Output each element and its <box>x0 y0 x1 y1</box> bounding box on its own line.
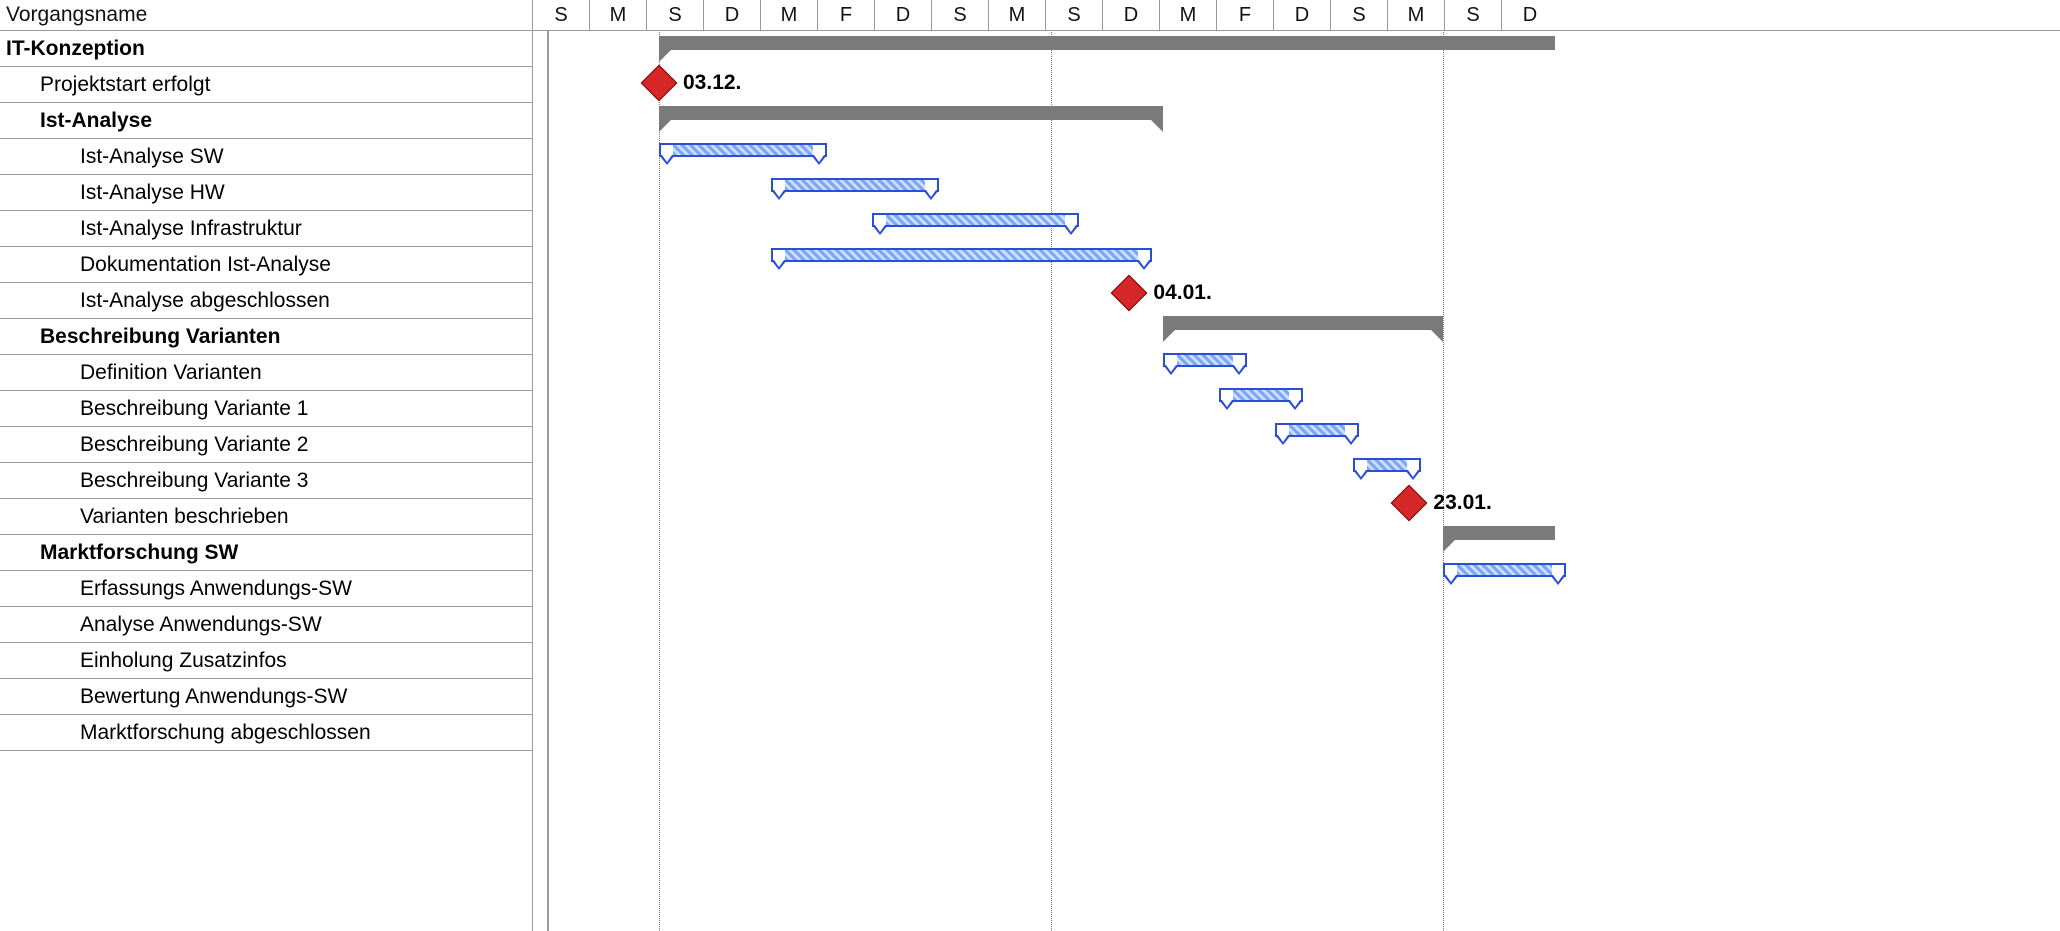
gantt-milestone-label: 23.01. <box>1433 491 1491 515</box>
gantt-summary-bar[interactable] <box>659 106 1163 120</box>
timeline-header-cell: S <box>646 0 703 30</box>
task-label: Ist-Analyse SW <box>0 139 224 174</box>
task-label: Dokumentation Ist-Analyse <box>0 247 331 282</box>
gantt-milestone-label: 03.12. <box>683 71 741 95</box>
task-row[interactable]: Ist-Analyse SW <box>0 139 532 175</box>
gantt-milestone-icon[interactable] <box>1111 274 1148 311</box>
gantt-task-bar[interactable] <box>659 143 827 157</box>
gantt-grid-separator <box>1051 30 1052 931</box>
timeline-header-cell: F <box>1216 0 1273 30</box>
timeline-header-cell: S <box>1444 0 1501 30</box>
task-row[interactable]: Ist-Analyse HW <box>0 175 532 211</box>
timeline-header-cell: M <box>1387 0 1444 30</box>
task-label: Beschreibung Variante 1 <box>0 391 308 426</box>
timeline-header-cell: F <box>817 0 874 30</box>
timeline-header: SMSDMFDSMSDMFDSMSD <box>533 0 2060 31</box>
task-row[interactable]: Marktforschung SW <box>0 535 532 571</box>
gantt-grid-separator <box>1443 30 1444 931</box>
task-label: Beschreibung Variante 2 <box>0 427 308 462</box>
task-row[interactable]: Beschreibung Variante 1 <box>0 391 532 427</box>
task-row[interactable]: Ist-Analyse Infrastruktur <box>0 211 532 247</box>
timeline-header-cell: M <box>988 0 1045 30</box>
gantt-task-bar[interactable] <box>1219 388 1303 402</box>
task-label: Ist-Analyse Infrastruktur <box>0 211 302 246</box>
task-row[interactable]: Beschreibung Variante 2 <box>0 427 532 463</box>
task-label: Beschreibung Varianten <box>0 319 280 354</box>
task-column-header: Vorgangsname <box>0 0 532 31</box>
gantt-summary-bar[interactable] <box>1443 526 1555 540</box>
task-row[interactable]: IT-Konzeption <box>0 31 532 67</box>
task-label: Ist-Analyse abgeschlossen <box>0 283 330 318</box>
gantt-grid-separator <box>547 30 549 931</box>
task-column: Vorgangsname IT-KonzeptionProjektstart e… <box>0 0 533 931</box>
task-row[interactable]: Dokumentation Ist-Analyse <box>0 247 532 283</box>
task-row[interactable]: Beschreibung Varianten <box>0 319 532 355</box>
task-row[interactable]: Einholung Zusatzinfos <box>0 643 532 679</box>
task-row[interactable]: Marktforschung abgeschlossen <box>0 715 532 751</box>
gantt-task-bar[interactable] <box>771 178 939 192</box>
gantt-task-bar[interactable] <box>1353 458 1420 472</box>
task-label: Marktforschung SW <box>0 535 238 570</box>
gantt-milestone-label: 04.01. <box>1153 281 1211 305</box>
task-row[interactable]: Projektstart erfolgt <box>0 67 532 103</box>
gantt-task-bar[interactable] <box>771 248 1152 262</box>
gantt-task-bar[interactable] <box>1163 353 1247 367</box>
timeline-header-cell: D <box>1273 0 1330 30</box>
task-label: Erfassungs Anwendungs-SW <box>0 571 352 606</box>
timeline-header-cell: M <box>1159 0 1216 30</box>
task-row[interactable]: Analyse Anwendungs-SW <box>0 607 532 643</box>
timeline-header-cell: D <box>703 0 760 30</box>
task-row[interactable]: Ist-Analyse <box>0 103 532 139</box>
timeline-header-cell: D <box>874 0 931 30</box>
gantt-app: Vorgangsname IT-KonzeptionProjektstart e… <box>0 0 2060 931</box>
task-label: Varianten beschrieben <box>0 499 289 534</box>
task-row[interactable]: Varianten beschrieben <box>0 499 532 535</box>
gantt-task-bar[interactable] <box>1275 423 1359 437</box>
gantt-summary-bar[interactable] <box>1163 316 1443 330</box>
task-label: Ist-Analyse HW <box>0 175 225 210</box>
timeline-header-cell: S <box>533 0 589 30</box>
task-row[interactable]: Beschreibung Variante 3 <box>0 463 532 499</box>
gantt-milestone-icon[interactable] <box>1391 484 1428 521</box>
gantt-summary-bar[interactable] <box>659 36 1555 50</box>
task-label: Ist-Analyse <box>0 103 152 138</box>
timeline-header-cell: S <box>931 0 988 30</box>
timeline-header-cell: M <box>760 0 817 30</box>
gantt-task-bar[interactable] <box>1443 563 1566 577</box>
task-label: IT-Konzeption <box>0 31 145 66</box>
gantt-chart[interactable]: SMSDMFDSMSDMFDSMSD 03.12.04.01.23.01. <box>533 0 2060 931</box>
gantt-task-bar[interactable] <box>872 213 1079 227</box>
timeline-body[interactable]: 03.12. 04.01. 23.01. <box>533 30 2060 931</box>
task-row[interactable]: Bewertung Anwendungs-SW <box>0 679 532 715</box>
task-label: Bewertung Anwendungs-SW <box>0 679 347 714</box>
timeline-header-cell: S <box>1045 0 1102 30</box>
task-row[interactable]: Erfassungs Anwendungs-SW <box>0 571 532 607</box>
gantt-milestone-icon[interactable] <box>641 64 678 101</box>
task-list: IT-KonzeptionProjektstart erfolgtIst-Ana… <box>0 31 532 751</box>
task-row[interactable]: Definition Varianten <box>0 355 532 391</box>
task-label: Projektstart erfolgt <box>0 67 210 102</box>
task-label: Analyse Anwendungs-SW <box>0 607 322 642</box>
timeline-header-cell: D <box>1102 0 1159 30</box>
timeline-header-cell: M <box>589 0 646 30</box>
task-label: Definition Varianten <box>0 355 262 390</box>
task-label: Einholung Zusatzinfos <box>0 643 287 678</box>
timeline-header-cell: S <box>1330 0 1387 30</box>
task-label: Marktforschung abgeschlossen <box>0 715 371 750</box>
task-label: Beschreibung Variante 3 <box>0 463 308 498</box>
task-row[interactable]: Ist-Analyse abgeschlossen <box>0 283 532 319</box>
gantt-grid-separator <box>659 30 660 931</box>
timeline-header-cell: D <box>1501 0 1558 30</box>
